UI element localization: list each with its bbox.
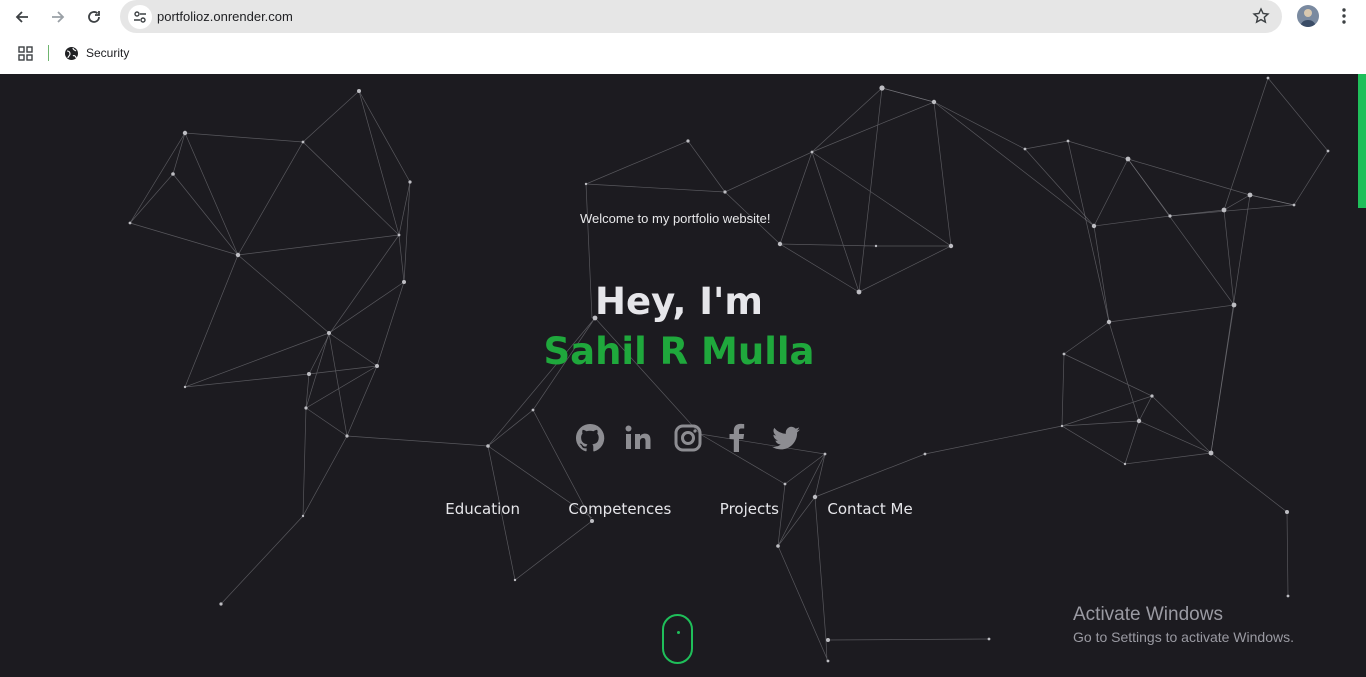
watermark-subtitle: Go to Settings to activate Windows. — [1073, 629, 1294, 645]
mouse-wheel-dot — [677, 631, 680, 634]
scroll-down-mouse-icon[interactable] — [662, 614, 693, 664]
instagram-icon[interactable] — [672, 422, 704, 454]
facebook-icon[interactable] — [721, 422, 753, 454]
twitter-icon[interactable] — [770, 422, 802, 454]
arrow-left-icon — [15, 11, 28, 23]
reload-icon — [88, 11, 100, 23]
browser-chrome: portfolioz.onrender.com Security — [0, 0, 1366, 74]
url-text[interactable]: portfolioz.onrender.com — [157, 9, 293, 24]
portfolio-page: Welcome to my portfolio website! Hey, I'… — [0, 74, 1366, 677]
nav-contact-link[interactable]: Contact Me — [827, 500, 912, 518]
owner-name: Sahil R Mulla — [543, 330, 815, 373]
greeting-heading: Hey, I'm — [595, 280, 763, 323]
back-button[interactable] — [9, 4, 35, 30]
bookmarks-bar: Security — [0, 38, 1366, 68]
github-icon[interactable] — [574, 422, 606, 454]
linkedin-icon[interactable] — [623, 422, 655, 454]
nav-education-link[interactable]: Education — [445, 500, 520, 518]
more-vertical-icon — [1342, 8, 1346, 24]
reload-button[interactable] — [81, 4, 107, 30]
bookmark-star-icon[interactable] — [1252, 7, 1270, 30]
tune-icon — [134, 11, 146, 23]
profile-avatar[interactable] — [1297, 5, 1319, 27]
watermark-title: Activate Windows — [1073, 604, 1223, 625]
bookmark-label: Security — [86, 46, 130, 60]
nav-projects-link[interactable]: Projects — [720, 500, 779, 518]
apps-grid-icon[interactable] — [18, 46, 33, 66]
site-info-button[interactable] — [128, 5, 152, 29]
globe-icon — [65, 46, 78, 60]
address-bar[interactable]: portfolioz.onrender.com — [120, 0, 1282, 33]
forward-button[interactable] — [45, 4, 71, 30]
browser-menu-button[interactable] — [1334, 6, 1354, 26]
bookmarks-divider — [48, 45, 49, 61]
section-nav: Education Competences Projects Contact M… — [0, 500, 1358, 519]
bookmark-security[interactable]: Security — [64, 43, 129, 63]
social-links — [574, 422, 802, 454]
arrow-right-icon — [52, 11, 65, 23]
windows-activation-watermark: Activate Windows Go to Settings to activ… — [1073, 604, 1294, 645]
browser-toolbar: portfolioz.onrender.com — [0, 0, 1366, 33]
scroll-progress-bar[interactable] — [1358, 74, 1366, 208]
welcome-text: Welcome to my portfolio website! — [580, 211, 771, 226]
nav-competences-link[interactable]: Competences — [568, 500, 671, 518]
particle-network-background — [128, 76, 1330, 663]
